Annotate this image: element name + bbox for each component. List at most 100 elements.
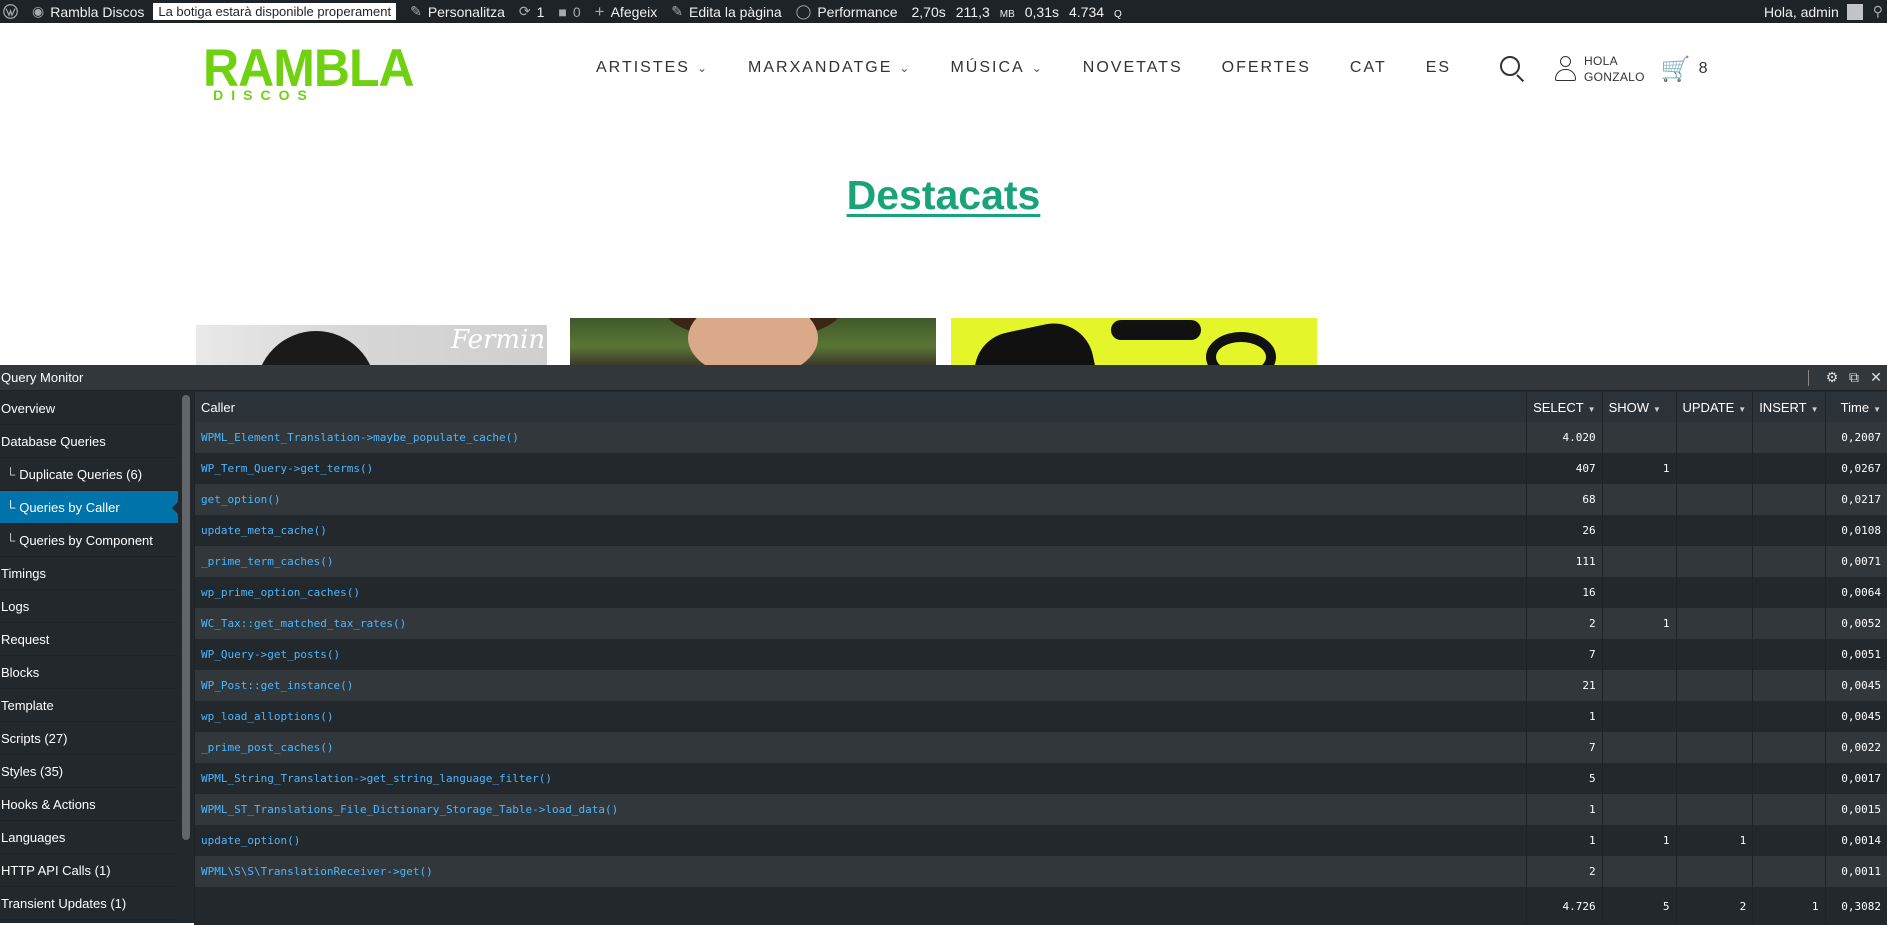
caller-link[interactable]: update_option() xyxy=(195,825,1527,856)
caller-link[interactable]: WC_Tax::get_matched_tax_rates() xyxy=(195,608,1527,639)
caller-link[interactable]: _prime_term_caches() xyxy=(195,546,1527,577)
caller-link[interactable]: WP_Term_Query->get_terms() xyxy=(195,453,1527,484)
cell-update xyxy=(1676,484,1753,515)
sort-arrow-icon: ▼ xyxy=(1653,405,1661,414)
cart-icon[interactable]: 🛒 xyxy=(1661,55,1691,84)
cell-time: 0,0045 xyxy=(1825,670,1887,701)
qm-nav-transient-updates[interactable]: Transient Updates (1) xyxy=(0,887,178,920)
qm-nav-logs[interactable]: Logs xyxy=(0,590,178,623)
language-cat[interactable]: CAT xyxy=(1350,59,1387,77)
table-row: update_meta_cache()260,0108 xyxy=(195,515,1887,546)
performance-label: Performance xyxy=(817,4,897,20)
column-header-caller: Caller xyxy=(195,392,1527,422)
qm-nav-timings[interactable]: Timings xyxy=(0,557,178,590)
nav-item-artistes[interactable]: ARTISTES⌄ xyxy=(596,59,709,77)
featured-product-image[interactable] xyxy=(570,318,936,365)
customize-menu[interactable]: ✎ Personalitza xyxy=(403,0,512,23)
nav-item-ofertes[interactable]: OFERTES xyxy=(1222,59,1311,77)
qm-nav-http-api-calls[interactable]: HTTP API Calls (1) xyxy=(0,854,178,887)
caller-link[interactable]: WPML\S\S\TranslationReceiver->get() xyxy=(195,856,1527,887)
table-row: WPML_Element_Translation->maybe_populate… xyxy=(195,422,1887,453)
qm-nav-template[interactable]: Template xyxy=(0,689,178,722)
qm-nav-request[interactable]: Request xyxy=(0,623,178,656)
qm-nav-blocks[interactable]: Blocks xyxy=(0,656,178,689)
caller-link[interactable]: WPML_Element_Translation->maybe_populate… xyxy=(195,422,1527,453)
cell-time: 0,0052 xyxy=(1825,608,1887,639)
admin-search-icon[interactable]: ⚲ xyxy=(1867,0,1887,23)
comment-bubble-icon: ■ xyxy=(558,4,566,20)
site-name-menu[interactable]: ◉ Rambla Discos xyxy=(25,0,151,23)
query-monitor-menu[interactable]: 2,70s 211,3MB 0,31s 4.734Q xyxy=(905,0,1139,23)
edit-page-menu[interactable]: ✎ Edita la pàgina xyxy=(664,0,788,23)
qm-nav-scripts[interactable]: Scripts (27) xyxy=(0,722,178,755)
caller-link[interactable]: update_meta_cache() xyxy=(195,515,1527,546)
column-header-insert[interactable]: INSERT▼ xyxy=(1753,392,1825,422)
total-time: 0,3082 xyxy=(1825,887,1887,925)
cell-insert xyxy=(1753,856,1825,887)
nav-item-label: CAT xyxy=(1350,59,1387,77)
qm-nav-duplicate-queries[interactable]: └Duplicate Queries (6) xyxy=(0,458,178,491)
caller-link[interactable]: WPML_ST_Translations_File_Dictionary_Sto… xyxy=(195,794,1527,825)
caller-link[interactable]: WP_Post::get_instance() xyxy=(195,670,1527,701)
section-title-link[interactable]: Destacats xyxy=(847,172,1041,218)
sort-arrow-icon: ▼ xyxy=(1588,405,1596,414)
cell-show: 1 xyxy=(1602,825,1676,856)
featured-product-image[interactable] xyxy=(951,318,1317,365)
column-header-label: UPDATE xyxy=(1683,400,1735,415)
user-account-icon[interactable] xyxy=(1554,56,1576,82)
table-row: _prime_term_caches()1110,0071 xyxy=(195,546,1887,577)
settings-gear-icon[interactable]: ⚙ xyxy=(1821,369,1843,386)
performance-menu[interactable]: ◯ Performance xyxy=(789,0,905,23)
wordpress-logo-icon[interactable] xyxy=(0,0,25,23)
qm-nav-languages[interactable]: Languages xyxy=(0,821,178,854)
caller-link[interactable]: WP_Query->get_posts() xyxy=(195,639,1527,670)
caller-link[interactable]: wp_load_alloptions() xyxy=(195,701,1527,732)
qm-nav-queries-by-caller[interactable]: └Queries by Caller xyxy=(0,491,178,524)
close-icon[interactable]: ✕ xyxy=(1865,369,1887,386)
performance-icon: ◯ xyxy=(796,3,812,20)
search-icon[interactable] xyxy=(1500,56,1526,82)
album-cover-script-text: Fermin xyxy=(451,325,545,355)
updates-menu[interactable]: ⟳ 1 xyxy=(512,0,552,23)
caller-link[interactable]: wp_prime_option_caches() xyxy=(195,577,1527,608)
table-row: WP_Post::get_instance()210,0045 xyxy=(195,670,1887,701)
toggle-position-icon[interactable]: ⧉ xyxy=(1843,369,1865,386)
site-logo[interactable]: RAMBLA DISCOS xyxy=(203,43,325,103)
user-greeting[interactable]: HOLA GONZALO xyxy=(1584,53,1645,85)
cell-select: 407 xyxy=(1527,453,1603,484)
caller-link[interactable]: get_option() xyxy=(195,484,1527,515)
caller-link[interactable]: _prime_post_caches() xyxy=(195,732,1527,763)
qm-page-time: 2,70s xyxy=(912,4,946,20)
cell-show: 1 xyxy=(1602,608,1676,639)
nav-item-marxandatge[interactable]: MARXANDATGE⌄ xyxy=(748,59,911,77)
qm-nav-hooks-actions[interactable]: Hooks & Actions xyxy=(0,788,178,821)
column-header-time[interactable]: Time▼ xyxy=(1825,392,1887,422)
qm-nav-queries-by-component[interactable]: └Queries by Component xyxy=(0,524,178,557)
language-es[interactable]: ES xyxy=(1426,59,1451,77)
new-label: Afegeix xyxy=(611,4,658,20)
column-header-select[interactable]: SELECT▼ xyxy=(1527,392,1603,422)
qm-nav-styles[interactable]: Styles (35) xyxy=(0,755,178,788)
sort-arrow-icon: ▼ xyxy=(1873,405,1881,414)
sidebar-scrollbar[interactable] xyxy=(180,393,192,923)
table-body: WPML_Element_Translation->maybe_populate… xyxy=(195,422,1887,925)
caller-link[interactable]: WPML_String_Translation->get_string_lang… xyxy=(195,763,1527,794)
new-content-menu[interactable]: + Afegeix xyxy=(588,0,665,23)
qm-nav-overview[interactable]: Overview xyxy=(0,392,178,425)
cell-select: 2 xyxy=(1527,608,1603,639)
cell-show xyxy=(1602,422,1676,453)
column-header-label: SHOW xyxy=(1609,400,1649,415)
qm-title-bar[interactable]: Query Monitor ⚙ ⧉ ✕ xyxy=(0,365,1887,391)
comments-menu[interactable]: ■ 0 xyxy=(551,0,587,23)
qm-nav-label: Template xyxy=(1,698,54,713)
nav-item-musica[interactable]: MÚSICA⌄ xyxy=(950,59,1043,77)
qm-nav-label: Queries by Component xyxy=(19,533,153,548)
column-header-update[interactable]: UPDATE▼ xyxy=(1676,392,1753,422)
qm-nav-database-queries[interactable]: Database Queries xyxy=(0,425,178,458)
column-header-show[interactable]: SHOW ▼ xyxy=(1602,392,1676,422)
nav-item-novetats[interactable]: NOVETATS xyxy=(1083,59,1183,77)
cell-time: 0,0022 xyxy=(1825,732,1887,763)
my-account-menu[interactable]: Hola, admin xyxy=(1757,0,1867,23)
qm-nav-label: Scripts (27) xyxy=(1,731,67,746)
store-notice-item[interactable]: La botiga estarà disponible properament xyxy=(151,0,403,23)
